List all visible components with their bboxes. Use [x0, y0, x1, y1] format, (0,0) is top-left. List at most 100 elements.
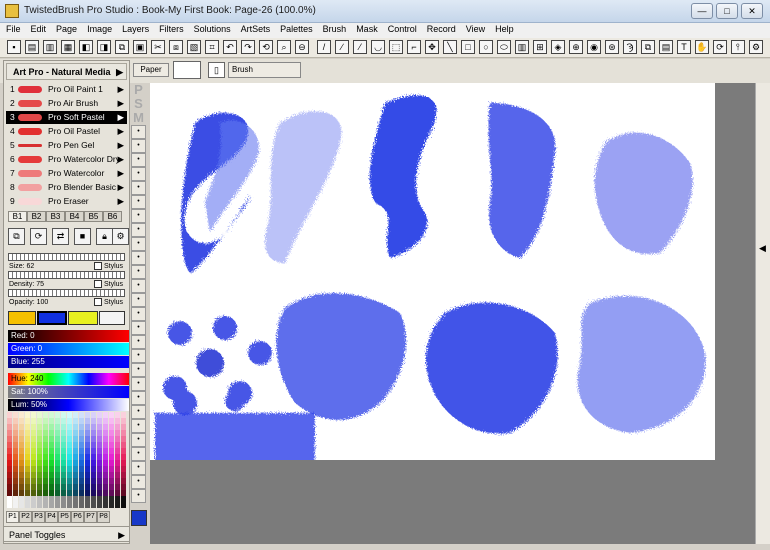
page-icon[interactable]: ▥ — [43, 40, 57, 54]
pin-icon[interactable]: ⫯ — [731, 40, 745, 54]
select-mode-button[interactable]: S — [131, 97, 146, 111]
palette-swatch[interactable] — [25, 502, 30, 508]
bucket-icon[interactable]: ◡ — [371, 40, 385, 54]
brush-item-1[interactable]: 1 Pro Oil Paint 1 ▶ — [6, 83, 127, 96]
smudge-icon[interactable]: ◉ — [587, 40, 601, 54]
layer-toggle[interactable]: • — [131, 167, 146, 181]
palette-swatch[interactable] — [91, 502, 96, 508]
crop-icon[interactable]: ⌗ — [205, 40, 219, 54]
select-icon[interactable]: ⬚ — [389, 40, 403, 54]
size-slider[interactable] — [8, 253, 125, 261]
paste-icon[interactable]: ▣ — [133, 40, 147, 54]
menu-filters[interactable]: Filters — [153, 23, 188, 34]
layer-toggle[interactable]: • — [131, 475, 146, 489]
layer-toggle[interactable]: • — [131, 349, 146, 363]
tab-b3[interactable]: B3 — [46, 211, 65, 222]
menu-page[interactable]: Page — [50, 23, 81, 34]
undo-all-icon[interactable]: ⟲ — [259, 40, 273, 54]
menu-help[interactable]: Help — [489, 23, 518, 34]
menu-mask[interactable]: Mask — [350, 23, 382, 34]
tab-p8[interactable]: P8 — [97, 511, 110, 523]
color-swatch-3[interactable] — [68, 311, 98, 325]
tab-p6[interactable]: P6 — [71, 511, 84, 523]
menu-layers[interactable]: Layers — [116, 23, 153, 34]
color-picker-icon[interactable] — [131, 510, 147, 526]
clipboard-icon[interactable]: ▧ — [187, 40, 201, 54]
mask-icon[interactable]: ◈ — [551, 40, 565, 54]
palette-swatch[interactable] — [61, 502, 66, 508]
zoom-out-icon[interactable]: ⊖ — [295, 40, 309, 54]
palette-swatch[interactable] — [85, 502, 90, 508]
save-icon[interactable]: ▪ — [7, 40, 21, 54]
stamp-icon[interactable]: ⊕ — [569, 40, 583, 54]
luminance-slider[interactable]: Lum: 50% — [8, 399, 129, 411]
layer-toggle[interactable]: • — [131, 209, 146, 223]
layer-toggle[interactable]: • — [131, 125, 146, 139]
paper-button[interactable]: Paper — [133, 63, 169, 77]
ellipse-icon[interactable]: ○ — [479, 40, 493, 54]
crop-tool-icon[interactable]: ⌐ — [407, 40, 421, 54]
color-swatch-4[interactable] — [99, 311, 125, 325]
tab-p4[interactable]: P4 — [45, 511, 58, 523]
next-page-icon[interactable]: ◨ — [97, 40, 111, 54]
layer-toggle[interactable]: • — [131, 391, 146, 405]
layer-icon[interactable]: ⧉ — [641, 40, 655, 54]
layer-toggle[interactable]: • — [131, 447, 146, 461]
eyedropper-icon[interactable]: ⁄ — [353, 40, 367, 54]
settings-icon[interactable]: ⚙ — [749, 40, 763, 54]
menu-view[interactable]: View — [460, 23, 489, 34]
object-icon[interactable]: ▤ — [659, 40, 673, 54]
menu-palettes[interactable]: Palettes — [274, 23, 317, 34]
palette-swatch[interactable] — [73, 502, 78, 508]
brush-copy-icon[interactable]: ⧉ — [8, 228, 25, 245]
text-icon[interactable]: T — [677, 40, 691, 54]
tab-p7[interactable]: P7 — [84, 511, 97, 523]
brush-name-field[interactable]: Brush — [228, 62, 301, 78]
palette-swatch[interactable] — [37, 502, 42, 508]
pattern-icon[interactable]: ⊞ — [533, 40, 547, 54]
layer-toggle[interactable]: • — [131, 279, 146, 293]
palette-swatch[interactable] — [19, 502, 24, 508]
tab-b4[interactable]: B4 — [65, 211, 84, 222]
palette-swatch[interactable] — [115, 502, 120, 508]
pencil-tool-icon[interactable]: ∕ — [335, 40, 349, 54]
rotate-icon[interactable]: ⟳ — [713, 40, 727, 54]
layer-toggle[interactable]: • — [131, 251, 146, 265]
palette-swatch[interactable] — [97, 502, 102, 508]
menu-record[interactable]: Record — [421, 23, 460, 34]
layer-toggle[interactable]: • — [131, 377, 146, 391]
menu-control[interactable]: Control — [382, 23, 421, 34]
layer-toggle[interactable]: • — [131, 237, 146, 251]
palette-swatch[interactable] — [67, 502, 72, 508]
right-panel-toggle[interactable]: ◀ — [755, 83, 770, 544]
prev-page-icon[interactable]: ◧ — [79, 40, 93, 54]
palette-swatch[interactable] — [109, 502, 114, 508]
layer-toggle[interactable]: • — [131, 433, 146, 447]
color-palette-grid[interactable] — [7, 412, 127, 508]
brush-square-icon[interactable]: ■ — [74, 228, 91, 245]
paper-swatch[interactable] — [173, 61, 201, 79]
red-slider[interactable]: Red: 0 — [8, 330, 129, 342]
size-stylus-checkbox[interactable]: Stylus — [94, 262, 123, 270]
panel-toggles-button[interactable]: Panel Toggles ▶ — [3, 526, 130, 542]
new-page-icon[interactable]: ▦ — [61, 40, 75, 54]
tab-p3[interactable]: P3 — [32, 511, 45, 523]
tab-b5[interactable]: B5 — [84, 211, 103, 222]
brush-lock-icon[interactable]: 🔒︎ — [96, 228, 113, 245]
brush-item-2[interactable]: 2 Pro Air Brush ▶ — [6, 97, 127, 110]
brush-item-4[interactable]: 4 Pro Oil Pastel ▶ — [6, 125, 127, 138]
palette-swatch[interactable] — [43, 502, 48, 508]
layer-toggle[interactable]: • — [131, 489, 146, 503]
rect-icon[interactable]: □ — [461, 40, 475, 54]
undo-icon[interactable]: ↶ — [223, 40, 237, 54]
brush-item-6[interactable]: 6 Pro Watercolor Dry ▶ — [6, 153, 127, 166]
hue-slider[interactable]: Hue: 240 — [8, 373, 129, 385]
copy-icon[interactable]: ⧉ — [115, 40, 129, 54]
redo-icon[interactable]: ↷ — [241, 40, 255, 54]
hand-icon[interactable]: ✋ — [695, 40, 709, 54]
brush-item-9[interactable]: 9 Pro Eraser ▶ — [6, 195, 127, 208]
layer-toggle[interactable]: • — [131, 153, 146, 167]
layer-toggle[interactable]: • — [131, 405, 146, 419]
layer-toggle[interactable]: • — [131, 181, 146, 195]
blue-slider[interactable]: Blue: 255 — [8, 356, 129, 368]
